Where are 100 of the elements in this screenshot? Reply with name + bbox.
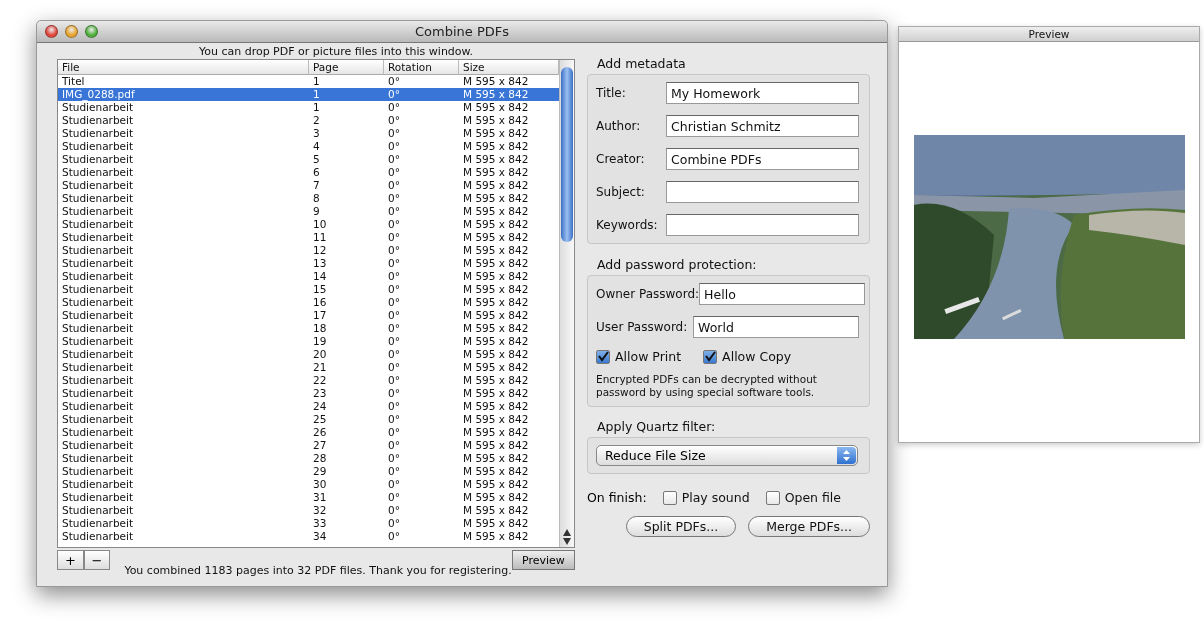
page-cell-text: 19 — [312, 335, 328, 348]
size-cell-text: M 595 x 842 — [462, 400, 530, 413]
table-row[interactable]: Studienarbeit 26 0° M 595 x 842 — [58, 426, 559, 439]
file-cell-text: IMG_0288.pdf — [61, 88, 136, 101]
table-row[interactable]: Studienarbeit 9 0° M 595 x 842 — [58, 205, 559, 218]
column-header[interactable]: File — [58, 60, 309, 75]
size-cell-text: M 595 x 842 — [462, 361, 530, 374]
page-cell-text: 16 — [312, 296, 328, 309]
size-cell-text: M 595 x 842 — [462, 322, 530, 335]
table-row[interactable]: Studienarbeit 11 0° M 595 x 842 — [58, 231, 559, 244]
checkbox[interactable] — [765, 490, 780, 505]
table-row[interactable]: Studienarbeit 22 0° M 595 x 842 — [58, 374, 559, 387]
table-row[interactable]: Studienarbeit 32 0° M 595 x 842 — [58, 504, 559, 517]
scroll-thumb[interactable] — [561, 67, 573, 242]
table-row[interactable]: Studienarbeit 34 0° M 595 x 842 — [58, 530, 559, 543]
table-row[interactable]: Studienarbeit 4 0° M 595 x 842 — [58, 140, 559, 153]
split-button[interactable]: Split PDFs... — [625, 516, 737, 537]
window-title: Preview — [899, 27, 1199, 42]
page-cell-text: 17 — [312, 309, 328, 322]
minimize-button[interactable] — [65, 25, 78, 38]
table-row[interactable]: Studienarbeit 28 0° M 595 x 842 — [58, 452, 559, 465]
file-cell-text: Studienarbeit — [61, 361, 135, 374]
close-button[interactable] — [45, 25, 58, 38]
rotation-cell-text: 0° — [387, 231, 401, 244]
checkbox[interactable] — [703, 349, 718, 364]
table-row[interactable]: Studienarbeit 21 0° M 595 x 842 — [58, 361, 559, 374]
table-row[interactable]: Studienarbeit 1 0° M 595 x 842 — [58, 101, 559, 114]
table-row[interactable]: Studienarbeit 19 0° M 595 x 842 — [58, 335, 559, 348]
table-row[interactable]: IMG_0288.pdf 1 0° M 595 x 842 — [58, 88, 559, 101]
table-row[interactable]: Studienarbeit 16 0° M 595 x 842 — [58, 296, 559, 309]
page-cell-text: 18 — [312, 322, 328, 335]
size-cell-text: M 595 x 842 — [462, 166, 530, 179]
rotation-cell-text: 0° — [387, 218, 401, 231]
table-row[interactable]: Studienarbeit 8 0° M 595 x 842 — [58, 192, 559, 205]
table-row[interactable]: Studienarbeit 18 0° M 595 x 842 — [58, 322, 559, 335]
file-cell-text: Studienarbeit — [61, 517, 135, 530]
table-row[interactable]: Studienarbeit 24 0° M 595 x 842 — [58, 400, 559, 413]
table-row[interactable]: Studienarbeit 13 0° M 595 x 842 — [58, 257, 559, 270]
field-label: On finish: — [587, 490, 647, 505]
size-cell-text: M 595 x 842 — [462, 140, 530, 153]
file-cell-text: Titel — [61, 75, 86, 88]
table-row[interactable]: Studienarbeit 5 0° M 595 x 842 — [58, 153, 559, 166]
table-row[interactable]: Studienarbeit 6 0° M 595 x 842 — [58, 166, 559, 179]
page-cell-text: 32 — [312, 504, 328, 517]
table-row[interactable]: Studienarbeit 12 0° M 595 x 842 — [58, 244, 559, 257]
rotation-cell-text: 0° — [387, 88, 401, 101]
size-cell-text: M 595 x 842 — [462, 270, 530, 283]
table-row[interactable]: Studienarbeit 7 0° M 595 x 842 — [58, 179, 559, 192]
password-field[interactable]: Hello — [699, 283, 866, 305]
table-row[interactable]: Studienarbeit 29 0° M 595 x 842 — [58, 465, 559, 478]
rotation-cell-text: 0° — [387, 413, 401, 426]
column-header[interactable]: Rotation — [384, 60, 459, 75]
zoom-button[interactable] — [85, 25, 98, 38]
field-label: Author: — [596, 119, 642, 133]
table-row[interactable]: Studienarbeit 33 0° M 595 x 842 — [58, 517, 559, 530]
text-field[interactable]: Combine PDFs — [666, 148, 859, 170]
table-row[interactable]: Studienarbeit 25 0° M 595 x 842 — [58, 413, 559, 426]
rotation-cell-text: 0° — [387, 400, 401, 413]
table-row[interactable]: Titel 1 0° M 595 x 842 — [58, 75, 559, 88]
table-row[interactable]: Studienarbeit 17 0° M 595 x 842 — [58, 309, 559, 322]
size-cell-text: M 595 x 842 — [462, 530, 530, 543]
scroll-up-icon[interactable] — [563, 529, 571, 536]
checkbox[interactable] — [662, 490, 677, 505]
merge-button[interactable]: Merge PDFs... — [748, 516, 870, 537]
remove-button[interactable]: − — [83, 550, 111, 570]
rotation-cell-text: 0° — [387, 387, 401, 400]
table-row[interactable]: Studienarbeit 30 0° M 595 x 842 — [58, 478, 559, 491]
table-row[interactable]: Studienarbeit 15 0° M 595 x 842 — [58, 283, 559, 296]
password-field[interactable]: World — [693, 316, 859, 338]
table-row[interactable]: Studienarbeit 27 0° M 595 x 842 — [58, 439, 559, 452]
preview-button[interactable]: Preview — [511, 550, 575, 570]
file-cell-text: Studienarbeit — [61, 387, 135, 400]
table-row[interactable]: Studienarbeit 20 0° M 595 x 842 — [58, 348, 559, 361]
file-cell-text: Studienarbeit — [61, 140, 135, 153]
text-field[interactable]: My Homework — [666, 82, 859, 104]
text-field[interactable] — [666, 214, 859, 236]
table-row[interactable]: Studienarbeit 3 0° M 595 x 842 — [58, 127, 559, 140]
add-button[interactable]: + — [57, 550, 84, 570]
checkbox-label: Play sound — [681, 490, 750, 505]
scrollbar[interactable] — [559, 60, 574, 547]
rotation-cell-text: 0° — [387, 348, 401, 361]
page-cell-text: 22 — [312, 374, 328, 387]
checkbox[interactable] — [596, 349, 610, 364]
filter-select[interactable]: Reduce File Size — [596, 445, 858, 466]
rotation-cell-text: 0° — [387, 127, 401, 140]
rotation-cell-text: 0° — [387, 244, 401, 257]
rotation-cell-text: 0° — [387, 361, 401, 374]
table-row[interactable]: Studienarbeit 14 0° M 595 x 842 — [58, 270, 559, 283]
column-header[interactable]: Page — [309, 60, 384, 75]
table-row[interactable]: Studienarbeit 23 0° M 595 x 842 — [58, 387, 559, 400]
page-cell-text: 6 — [312, 166, 321, 179]
table-row[interactable]: Studienarbeit 10 0° M 595 x 842 — [58, 218, 559, 231]
table-row[interactable]: Studienarbeit 2 0° M 595 x 842 — [58, 114, 559, 127]
table-row[interactable]: Studienarbeit 31 0° M 595 x 842 — [58, 491, 559, 504]
text-field[interactable]: Christian Schmitz — [666, 115, 859, 137]
text-field[interactable] — [666, 181, 859, 203]
file-cell-text: Studienarbeit — [61, 426, 135, 439]
page-cell-text: 21 — [312, 361, 328, 374]
size-cell-text: M 595 x 842 — [462, 257, 530, 270]
scroll-down-icon[interactable] — [563, 538, 571, 545]
